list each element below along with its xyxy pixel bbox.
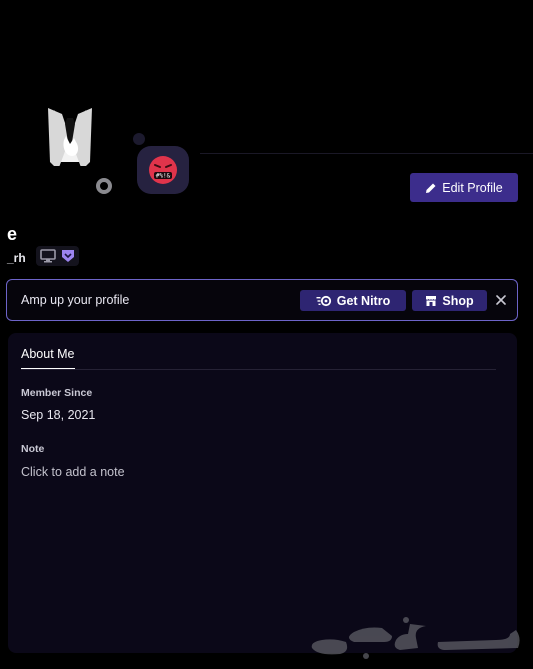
status-indicator: [92, 174, 116, 198]
pencil-icon: [426, 183, 436, 193]
custom-status-bubble[interactable]: #%!&: [137, 146, 189, 194]
get-nitro-button[interactable]: Get Nitro: [300, 290, 406, 311]
status-bubble-tail: [133, 133, 145, 145]
member-since-value: Sep 18, 2021: [21, 408, 96, 422]
cursing-face-icon: #%!&: [149, 156, 177, 184]
username: _rh: [7, 251, 26, 265]
tab-about-me[interactable]: About Me: [21, 347, 75, 370]
close-icon[interactable]: [493, 292, 509, 308]
shop-icon: [426, 295, 437, 306]
shop-button[interactable]: Shop: [412, 290, 487, 311]
edit-profile-label: Edit Profile: [442, 180, 503, 195]
member-since-heading: Member Since: [21, 387, 93, 399]
nitro-promo-banner: Amp up your profile Get Nitro Shop: [6, 279, 518, 321]
desktop-icon[interactable]: [40, 249, 56, 263]
nitro-icon: [316, 295, 331, 306]
idle-status-icon: [96, 178, 112, 194]
tab-divider: [21, 369, 496, 370]
nitro-promo-text: Amp up your profile: [21, 293, 130, 307]
haraj-watermark-logo: [311, 617, 520, 659]
badge-list: [36, 246, 79, 266]
note-input[interactable]: [21, 463, 321, 481]
edit-profile-button[interactable]: Edit Profile: [410, 173, 518, 202]
svg-text:#%!&: #%!&: [156, 173, 171, 180]
hypesquad-badge-icon[interactable]: [61, 249, 75, 263]
banner-divider: [200, 153, 533, 154]
get-nitro-label: Get Nitro: [336, 293, 391, 308]
note-heading: Note: [21, 443, 45, 455]
profile-info-card: About Me Member Since Sep 18, 2021 Note: [8, 333, 517, 653]
display-name: e: [7, 224, 18, 244]
shop-label: Shop: [442, 293, 474, 308]
